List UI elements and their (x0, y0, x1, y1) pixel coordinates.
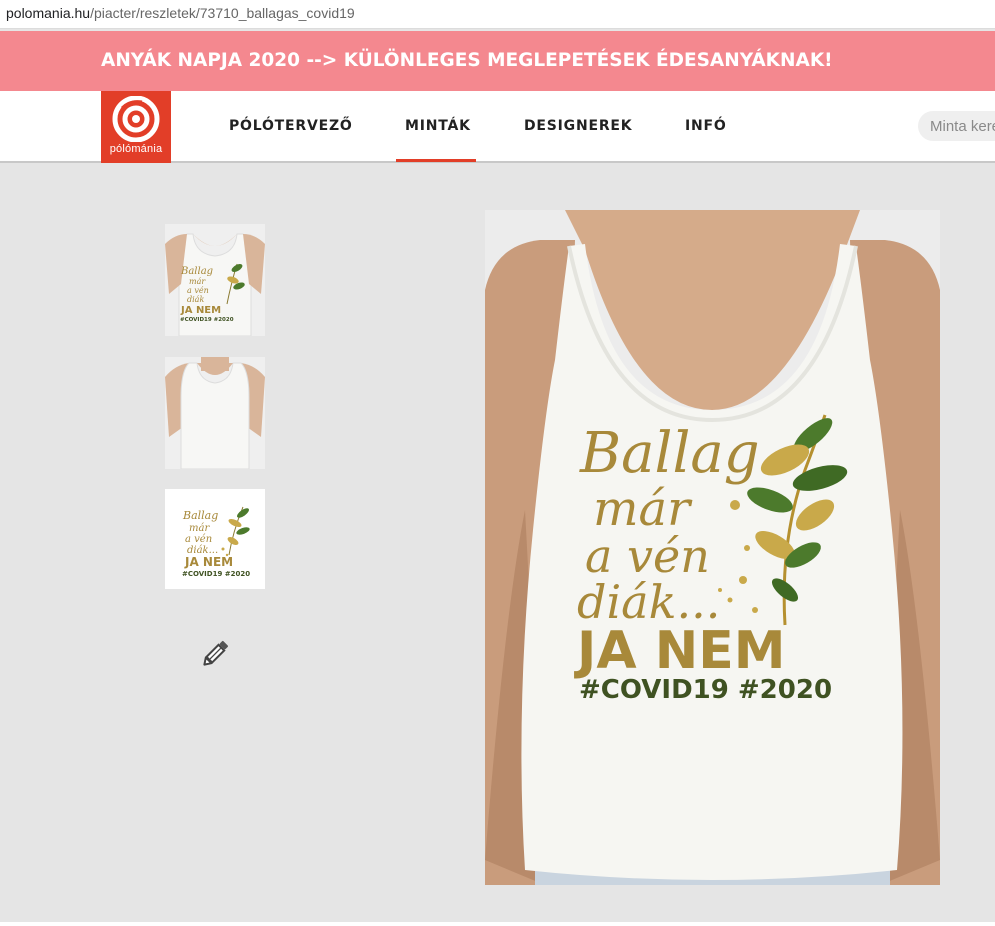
tank-top-product-image: Ballag már a vén diák... JA NEM #COVID19… (485, 210, 940, 885)
svg-text:diák: diák (187, 295, 204, 304)
search-input[interactable] (918, 111, 995, 141)
svg-text:Ballag: Ballag (579, 421, 760, 486)
svg-text:Ballag: Ballag (182, 509, 218, 522)
address-bar[interactable]: polomania.hu/piacter/reszletek/73710_bal… (0, 0, 995, 29)
svg-text:a vén: a vén (185, 534, 212, 545)
svg-text:JA NEM: JA NEM (574, 621, 785, 681)
thumbnail-front[interactable]: Ballag már a vén diák JA NEM #COVID19 #2… (165, 224, 265, 336)
pencil-icon[interactable] (199, 638, 231, 670)
svg-text:JA NEM: JA NEM (180, 305, 221, 316)
nav-polotervezo[interactable]: PÓLÓTERVEZŐ (229, 91, 353, 161)
nav-mintak[interactable]: MINTÁK (405, 91, 471, 161)
design-thumbnail-image: Ballag már a vén diák... JA NEM #COVID19… (165, 489, 265, 589)
tank-front-thumbnail-image: Ballag már a vén diák JA NEM #COVID19 #2… (165, 224, 265, 336)
svg-text:már: már (189, 523, 210, 534)
thumbnail-back[interactable] (165, 357, 265, 469)
svg-text:#COVID19 #2020: #COVID19 #2020 (182, 570, 250, 578)
main-product-image: Ballag már a vén diák... JA NEM #COVID19… (485, 210, 940, 885)
url-host: polomania.hu (6, 5, 91, 21)
svg-text:#COVID19 #2020: #COVID19 #2020 (579, 675, 832, 705)
svg-text:#COVID19 #2020: #COVID19 #2020 (180, 317, 234, 323)
thumbnail-design[interactable]: Ballag már a vén diák... JA NEM #COVID19… (165, 489, 265, 589)
svg-text:már: már (189, 277, 206, 286)
url-path: /piacter/reszletek/73710_ballagas_covid1… (90, 5, 355, 21)
active-nav-indicator (396, 159, 476, 162)
nav-designerek[interactable]: DESIGNEREK (524, 91, 632, 161)
page-bottom-edge (0, 922, 995, 926)
promo-banner[interactable]: ANYÁK NAPJA 2020 --> KÜLÖNLEGES MEGLEPET… (0, 31, 995, 91)
svg-text:JA NEM: JA NEM (184, 555, 233, 569)
svg-text:a vén: a vén (187, 286, 209, 295)
swirl-logo-icon (112, 96, 160, 142)
logo-text: pólómánia (109, 143, 163, 155)
site-logo[interactable]: pólómánia (101, 91, 171, 163)
svg-text:Ballag: Ballag (180, 266, 213, 277)
nav-info[interactable]: INFÓ (685, 91, 727, 161)
tank-back-thumbnail-image (165, 357, 265, 469)
promo-text: ANYÁK NAPJA 2020 --> KÜLÖNLEGES MEGLEPET… (101, 50, 833, 71)
site-header: pólómánia PÓLÓTERVEZŐ MINTÁK DESIGNEREK … (0, 91, 995, 163)
